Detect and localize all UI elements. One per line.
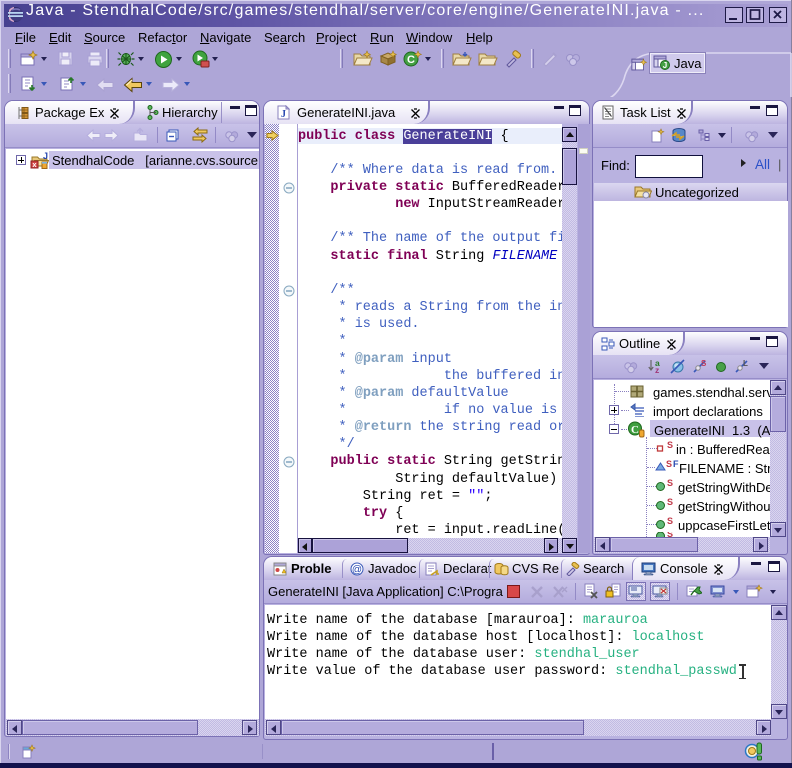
svg-text:J: J (663, 61, 667, 70)
svg-text:S: S (667, 478, 673, 488)
svg-text:C: C (407, 54, 415, 66)
svg-text:S: S (666, 459, 672, 469)
svg-text:J: J (43, 152, 48, 161)
svg-text:S: S (667, 497, 673, 507)
svg-text:S: S (667, 440, 673, 450)
svg-text:C: C (631, 424, 639, 436)
svg-text:S: S (667, 516, 673, 526)
svg-text:z: z (655, 365, 659, 374)
svg-text:J: J (281, 109, 286, 120)
svg-text:S: S (701, 359, 707, 368)
svg-text:L: L (743, 359, 748, 368)
svg-text:@: @ (352, 565, 362, 576)
